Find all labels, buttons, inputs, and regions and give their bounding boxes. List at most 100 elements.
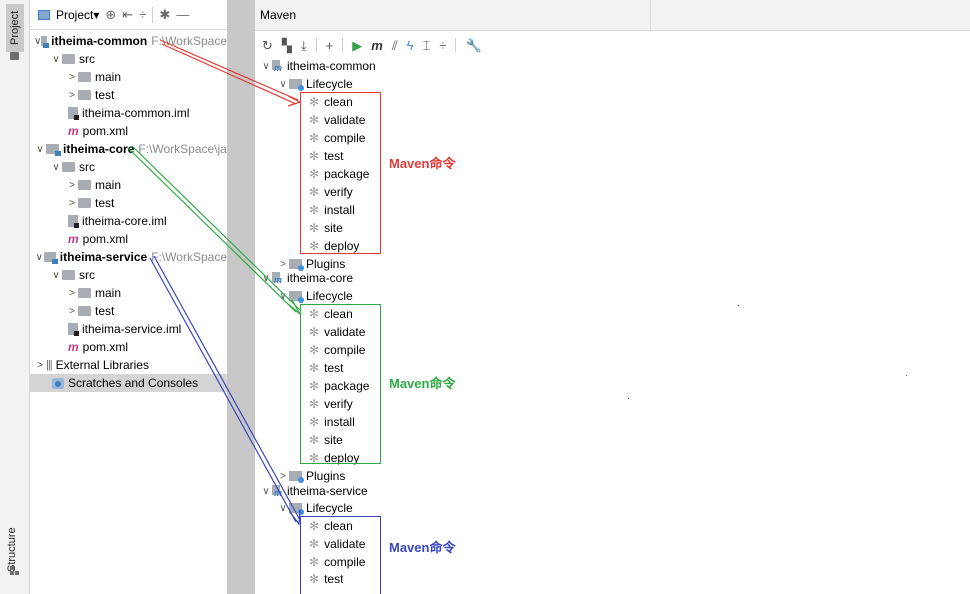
folder-name: test bbox=[95, 304, 115, 318]
iml-file-icon bbox=[68, 107, 79, 120]
project-panel: Project▾ ⊕ ⇤ ÷ ✱ — ∨ itheima-common F:\Wor… bbox=[30, 0, 227, 594]
chevron-down-icon[interactable]: ∨ bbox=[50, 162, 62, 173]
chevron-down-icon[interactable]: ∨ bbox=[277, 291, 289, 302]
skip-tests-icon[interactable]: ϟ bbox=[407, 39, 414, 52]
run-icon[interactable]: ▶ bbox=[352, 39, 362, 52]
chevron-down-icon[interactable]: ∨ bbox=[260, 486, 272, 497]
chevron-down-icon[interactable]: ∨ bbox=[34, 252, 44, 263]
tree-row-folder[interactable]: > main bbox=[30, 176, 227, 194]
panel-splitter[interactable] bbox=[227, 0, 255, 594]
tree-row-file[interactable]: m pom.xml bbox=[30, 122, 227, 140]
project-tab-label: Project bbox=[9, 10, 21, 46]
lifecycle-row[interactable]: ∨ Lifecycle bbox=[277, 499, 353, 517]
maven-panel-title: Maven bbox=[260, 8, 297, 22]
tree-row-module[interactable]: ∨ itheima-common F:\WorkSpace bbox=[30, 32, 227, 50]
project-tool-tab[interactable]: Project bbox=[6, 4, 24, 52]
toolbar-divider bbox=[152, 6, 154, 23]
tree-row-folder[interactable]: > test bbox=[30, 86, 227, 104]
maven-project-row[interactable]: ∨ itheima-service bbox=[260, 482, 367, 500]
chevron-right-icon[interactable]: > bbox=[66, 198, 78, 209]
tree-row-folder[interactable]: ∨ src bbox=[30, 50, 227, 68]
file-name: itheima-common.iml bbox=[82, 106, 190, 120]
gear-icon[interactable]: ✱ bbox=[159, 8, 170, 21]
header-divider bbox=[650, 0, 651, 31]
add-icon[interactable]: + bbox=[326, 39, 334, 52]
tree-row-folder[interactable]: > test bbox=[30, 302, 227, 320]
chevron-right-icon[interactable]: > bbox=[277, 471, 289, 482]
lifecycle-row[interactable]: ∨ Lifecycle bbox=[277, 287, 353, 305]
expand-icon[interactable]: ÷ bbox=[139, 8, 146, 21]
annotation-label-blue: Maven命令 bbox=[389, 540, 456, 555]
chevron-down-icon[interactable]: ∨ bbox=[260, 61, 272, 72]
tree-row-folder[interactable]: > main bbox=[30, 284, 227, 302]
folder-icon bbox=[78, 180, 91, 190]
tree-row-file[interactable]: itheima-service.iml bbox=[30, 320, 227, 338]
chevron-down-icon[interactable]: ∨ bbox=[260, 273, 272, 284]
tree-label: Scratches and Consoles bbox=[68, 376, 199, 390]
file-name: pom.xml bbox=[82, 232, 129, 246]
chevron-right-icon[interactable]: > bbox=[66, 288, 78, 299]
chevron-down-icon[interactable]: ∨ bbox=[34, 36, 41, 47]
collapse-icon[interactable]: ⇤ bbox=[122, 8, 133, 21]
download-icon[interactable]: ⤓ bbox=[301, 39, 307, 52]
settings-wrench-icon[interactable]: 🔧 bbox=[465, 39, 481, 52]
chevron-right-icon[interactable]: > bbox=[34, 360, 46, 371]
folder-icon bbox=[62, 54, 75, 64]
project-view-selector[interactable]: Project▾ bbox=[56, 8, 99, 22]
chevron-down-icon[interactable]: ∨ bbox=[50, 270, 62, 281]
chevron-down-icon[interactable]: ∨ bbox=[50, 54, 62, 65]
refresh-icon[interactable]: ↻ bbox=[262, 39, 273, 52]
maven-project-row[interactable]: ∨ itheima-common bbox=[260, 57, 376, 75]
plugins-folder-icon bbox=[289, 259, 304, 271]
folder-icon bbox=[10, 52, 19, 60]
folder-name: test bbox=[95, 196, 115, 210]
structure-tool-tab[interactable]: Structure bbox=[6, 512, 18, 572]
module-folder-icon bbox=[46, 144, 61, 156]
chevron-right-icon[interactable]: > bbox=[66, 180, 78, 191]
maven-module-icon bbox=[272, 484, 283, 498]
tree-row-scratches[interactable]: Scratches and Consoles bbox=[30, 374, 227, 392]
tree-row-folder[interactable]: ∨ src bbox=[30, 158, 227, 176]
tree-row-external-libraries[interactable]: > ||| External Libraries bbox=[30, 356, 227, 374]
maven-project-name: itheima-common bbox=[287, 59, 376, 73]
file-name: itheima-service.iml bbox=[82, 322, 182, 336]
toolbar-divider bbox=[315, 38, 317, 52]
maven-project-row[interactable]: ∨ itheima-core bbox=[260, 269, 353, 287]
file-name: pom.xml bbox=[82, 340, 129, 354]
maven-file-icon: m bbox=[68, 124, 79, 138]
tree-row-module[interactable]: ∨ itheima-service F:\WorkSpace bbox=[30, 248, 227, 266]
chevron-down-icon[interactable]: ∨ bbox=[277, 79, 289, 90]
stray-dot bbox=[738, 305, 739, 306]
collapse-all-icon[interactable]: ÷ bbox=[439, 39, 446, 52]
tree-row-file[interactable]: itheima-common.iml bbox=[30, 104, 227, 122]
folder-icon bbox=[78, 288, 91, 298]
folder-name: main bbox=[95, 286, 122, 300]
chevron-down-icon[interactable]: ∨ bbox=[34, 144, 46, 155]
annotation-box-blue bbox=[300, 516, 381, 594]
chevron-right-icon[interactable]: > bbox=[66, 72, 78, 83]
tree-row-file[interactable]: m pom.xml bbox=[30, 230, 227, 248]
stray-dot bbox=[628, 398, 629, 399]
tree-row-file[interactable]: m pom.xml bbox=[30, 338, 227, 356]
toggle-offline-icon[interactable]: ⫽ bbox=[392, 39, 398, 52]
plugins-label: Plugins bbox=[306, 469, 346, 483]
generate-sources-icon[interactable]: ▚ bbox=[282, 39, 292, 52]
target-icon[interactable]: ⊕ bbox=[105, 8, 116, 21]
tree-row-module[interactable]: ∨ itheima-core F:\WorkSpace\ja bbox=[30, 140, 227, 158]
tree-row-file[interactable]: itheima-core.iml bbox=[30, 212, 227, 230]
chevron-down-icon[interactable]: ∨ bbox=[277, 503, 289, 514]
minimize-icon[interactable]: — bbox=[176, 8, 189, 21]
tree-row-folder[interactable]: > test bbox=[30, 194, 227, 212]
maven-goal-icon[interactable]: m bbox=[371, 39, 383, 52]
chevron-right-icon[interactable]: > bbox=[66, 90, 78, 101]
tree-label: External Libraries bbox=[55, 358, 149, 372]
chevron-right-icon[interactable]: > bbox=[66, 306, 78, 317]
tree-row-folder[interactable]: ∨ src bbox=[30, 266, 227, 284]
tree-row-folder[interactable]: > main bbox=[30, 68, 227, 86]
show-dependencies-icon[interactable]: ⌶ bbox=[423, 39, 431, 52]
chevron-right-icon[interactable]: > bbox=[277, 259, 289, 270]
module-folder-icon bbox=[44, 252, 59, 264]
lifecycle-row[interactable]: ∨ Lifecycle bbox=[277, 75, 353, 93]
annotation-label-green: Maven命令 bbox=[389, 376, 456, 391]
maven-toolbar: ↻ ▚ ⤓ + ▶ m ⫽ ϟ ⌶ ÷ 🔧 bbox=[255, 32, 970, 58]
